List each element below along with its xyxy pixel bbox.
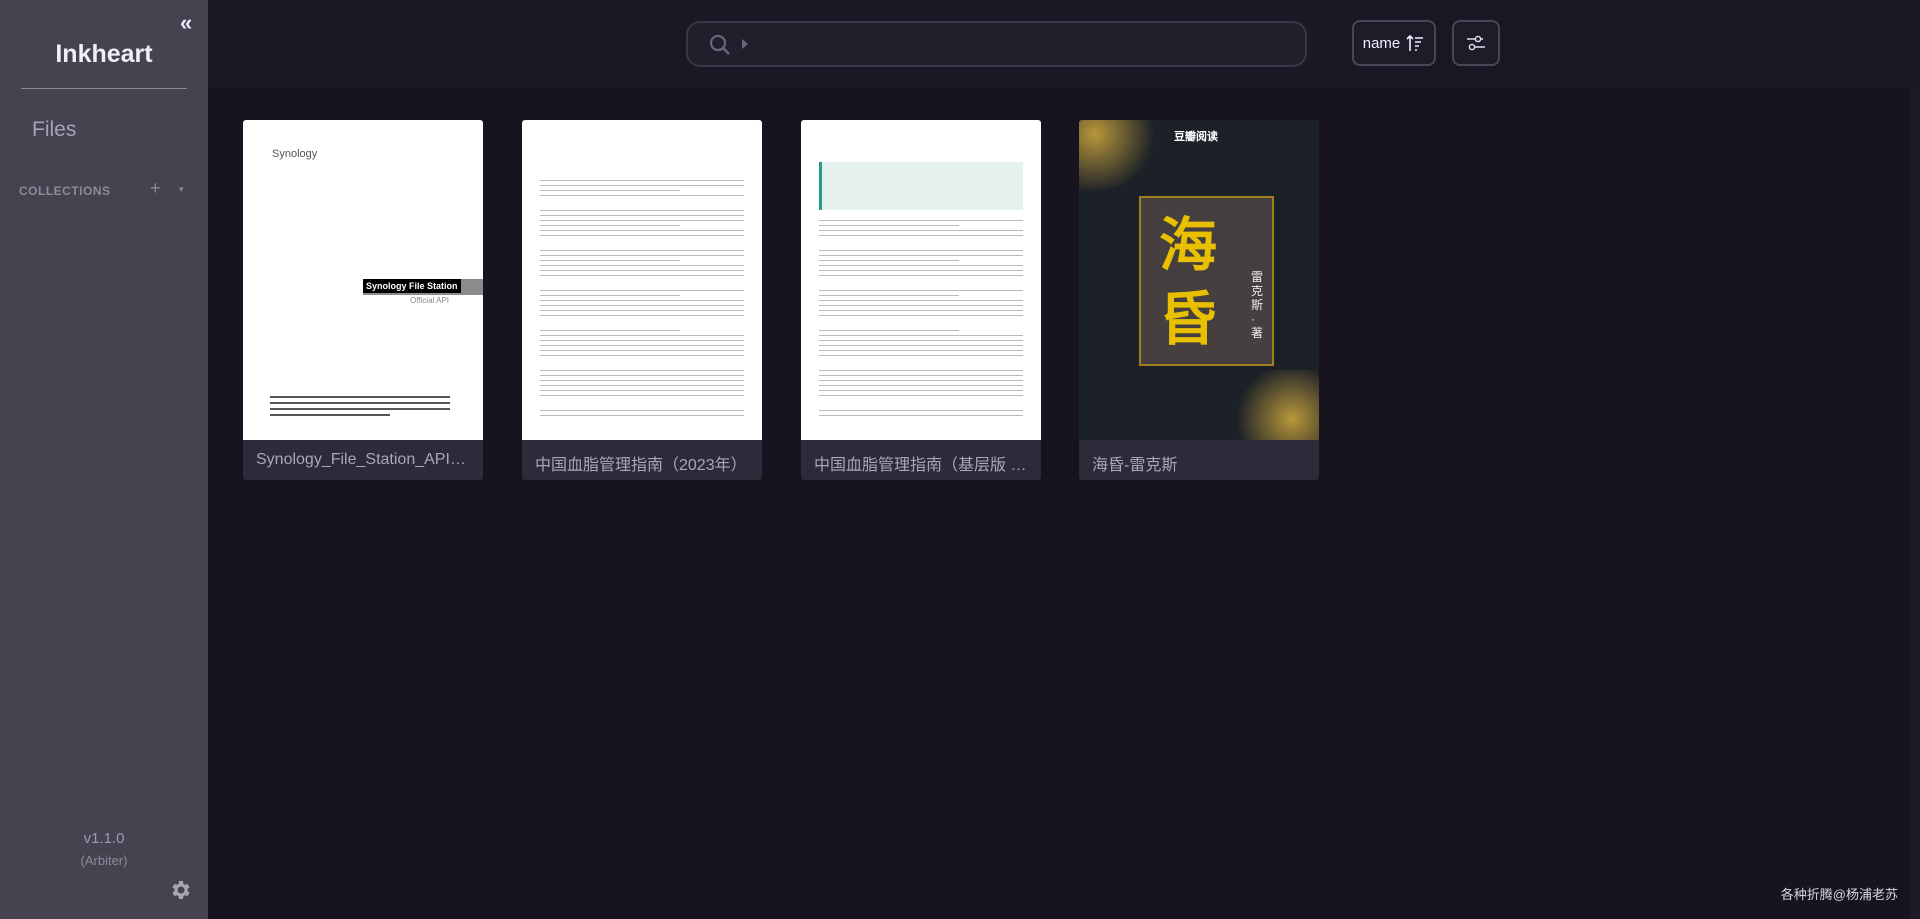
sliders-icon [1467, 35, 1485, 51]
cover-sub: Official API [410, 296, 449, 305]
sidebar-item-files[interactable]: Files [32, 118, 76, 142]
search-input[interactable] [686, 21, 1307, 67]
book-title: 中国血脂管理指南（基层版 2024年） [814, 457, 1032, 474]
divider [21, 88, 187, 89]
version-codename: (Arbiter) [80, 853, 128, 868]
book-cover [522, 120, 762, 440]
search-icon [709, 34, 730, 55]
collections-heading: COLLECTIONS [19, 184, 111, 198]
book-title: 海昏-雷克斯 [1092, 457, 1178, 474]
cover-brand: Synology [272, 148, 318, 160]
collapse-sidebar-icon[interactable]: « [180, 10, 192, 36]
search-caret-icon [742, 39, 748, 49]
watermark: 各种折腾@杨浦老苏 [1780, 887, 1898, 902]
book-card[interactable]: 中国血脂管理指南（基层版 2024年） [801, 120, 1041, 480]
collections-dropdown-icon[interactable]: ▾ [179, 184, 184, 195]
cover-author: 雷克斯 · 著 [1251, 270, 1264, 340]
book-title: Synology_File_Station_API_Guide [256, 451, 474, 468]
sort-button[interactable]: name [1352, 20, 1436, 66]
scrollbar[interactable] [1910, 88, 1920, 919]
cover-publisher: 豆瓣阅读 [1174, 131, 1218, 143]
book-title: 中国血脂管理指南（2023年） [535, 457, 747, 474]
book-card[interactable]: 中国血脂管理指南（2023年） [522, 120, 762, 480]
book-cover: 豆瓣阅读 海昏 雷克斯 · 著 [1079, 120, 1319, 440]
sidebar: « Inkheart Files COLLECTIONS + ▾ v1.1.0 … [0, 0, 208, 919]
book-cover: Synology Synology File Station Official … [243, 120, 483, 440]
book-cover [801, 120, 1041, 440]
book-card[interactable]: Synology Synology File Station Official … [243, 120, 483, 480]
app-title: Inkheart [55, 40, 153, 68]
filter-settings-button[interactable] [1452, 20, 1500, 66]
cover-title: 海昏 [1159, 211, 1218, 353]
version-label: v1.1.0 [83, 830, 125, 847]
add-collection-button[interactable]: + [150, 178, 161, 199]
sort-label: name [1362, 34, 1401, 52]
book-card[interactable]: 豆瓣阅读 海昏 雷克斯 · 著 海昏-雷克斯 [1079, 120, 1319, 480]
sort-ascending-icon [1406, 34, 1424, 51]
cover-heading: Synology File Station [363, 279, 461, 293]
settings-gear-icon[interactable] [168, 878, 192, 902]
